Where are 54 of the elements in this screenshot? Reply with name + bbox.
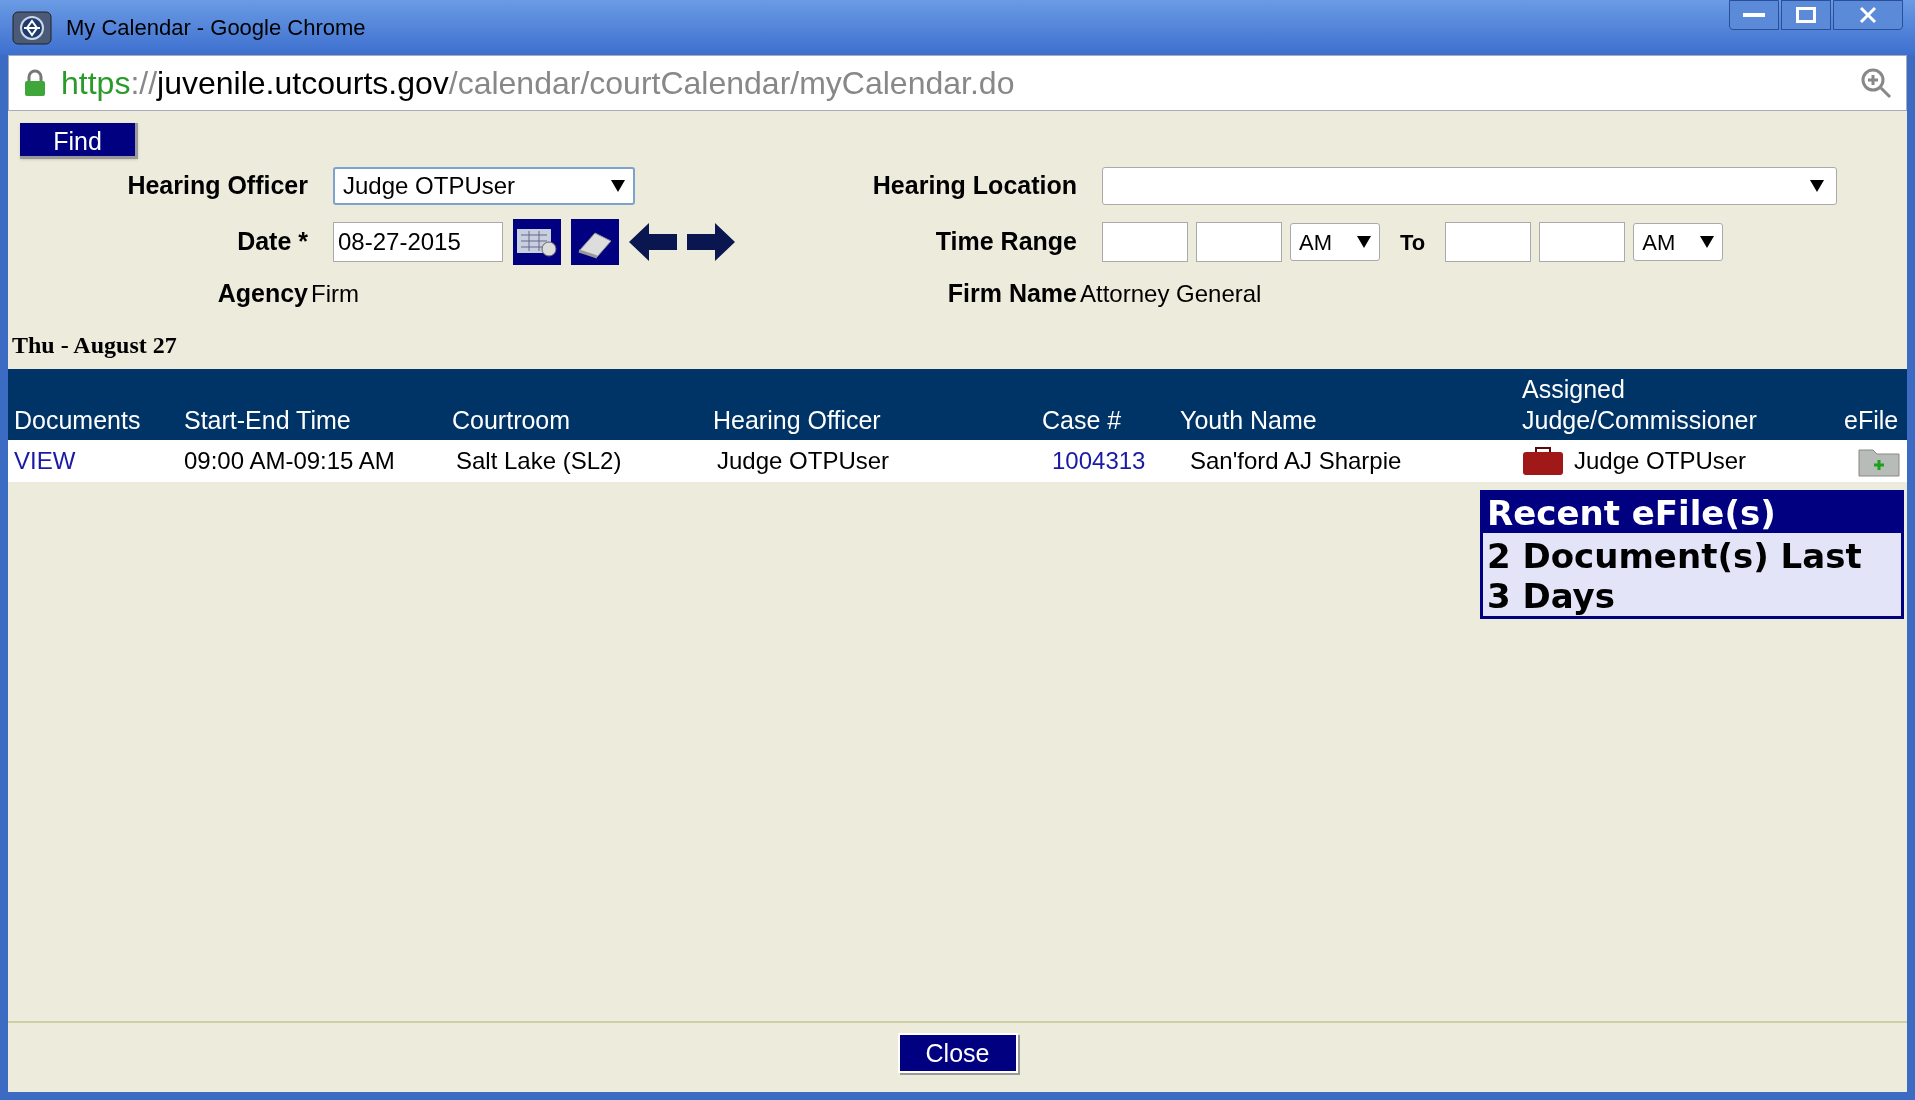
field-label: Hearing Location [871, 170, 1077, 202]
close-window-button[interactable] [1833, 0, 1903, 30]
close-button[interactable]: Close [897, 1033, 1018, 1073]
maximize-button[interactable] [1781, 0, 1831, 30]
window-title: My Calendar - Google Chrome [66, 14, 366, 42]
table-cell-text: Salt Lake (SL2) [456, 445, 623, 476]
column-header: Assigned Judge/Commissioner [1522, 373, 1758, 436]
column-header: Courtroom [452, 404, 572, 436]
column-header: Youth Name [1180, 404, 1318, 436]
calendar-icon[interactable] [513, 219, 561, 265]
agency-value: Firm [311, 278, 360, 309]
time-input[interactable] [1539, 222, 1626, 262]
column-header: eFile [1844, 404, 1900, 436]
eraser-icon[interactable] [571, 219, 619, 265]
field-label: Hearing Officer [126, 170, 308, 202]
caret-icon [1810, 180, 1824, 192]
caret-icon [1700, 236, 1715, 248]
lock-icon [23, 68, 47, 98]
column-header: Start-End Time [184, 404, 352, 436]
briefcase-icon[interactable] [1522, 445, 1564, 476]
caret-icon [611, 180, 625, 192]
firm-name-value: Attorney General [1080, 278, 1263, 309]
column-header: Hearing Officer [713, 404, 882, 436]
time-input[interactable] [1445, 222, 1532, 262]
time-input[interactable] [1196, 222, 1282, 262]
field-label: Firm Name [946, 278, 1077, 309]
field-label: To [1400, 228, 1426, 257]
left-arrow-icon[interactable] [629, 222, 677, 262]
minimize-button[interactable] [1729, 0, 1779, 30]
date-input[interactable]: 08-27-2015 [333, 222, 503, 262]
app-icon [12, 10, 52, 45]
hearing-officer-select[interactable]: Judge OTPUser [333, 167, 635, 205]
ampm-select[interactable]: AM [1633, 223, 1724, 261]
ampm-select[interactable]: AM [1290, 223, 1380, 261]
field-label: Agency [216, 278, 308, 309]
right-arrow-icon[interactable] [687, 222, 735, 262]
zoom-icon[interactable] [1860, 67, 1892, 99]
popup-title: Recent eFile(s) [1483, 492, 1901, 533]
caret-icon [1357, 236, 1371, 248]
view-link[interactable]: VIEW [14, 442, 76, 479]
table-cell-text: Judge OTPUser [1574, 445, 1747, 476]
column-header: Case # [1042, 404, 1123, 436]
table-cell-text: 09:00 AM-09:15 AM [184, 445, 396, 476]
column-header: Documents [14, 404, 142, 436]
case-link[interactable]: 1004313 [1052, 442, 1180, 479]
time-input[interactable] [1102, 222, 1188, 262]
close-icon [1858, 6, 1878, 24]
popup-text: 2 Document(s) Last 3 Days [1486, 535, 1863, 616]
day-heading: Thu - August 27 [12, 331, 177, 358]
table-cell-text: Judge OTPUser [717, 445, 891, 476]
field-label: Time Range [934, 226, 1077, 258]
table-cell-text: San'ford AJ Sharpie [1190, 445, 1403, 476]
field-label: Date * [236, 226, 308, 258]
find-button[interactable]: Find [20, 123, 138, 159]
